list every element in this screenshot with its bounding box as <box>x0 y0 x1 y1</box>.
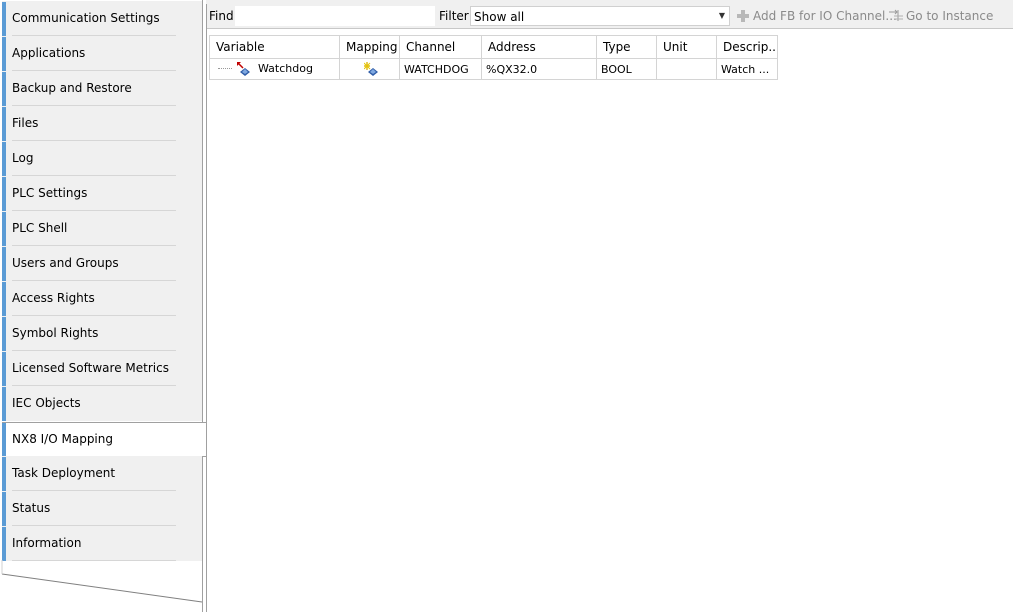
tab-label: Applications <box>12 46 86 60</box>
tab-label: PLC Settings <box>12 186 88 200</box>
tab-communication-settings[interactable]: Communication Settings <box>2 1 202 36</box>
tab-accent <box>2 247 6 281</box>
tab-nx8-io-mapping[interactable]: NX8 I/O Mapping <box>2 422 206 457</box>
tab-accent <box>2 37 6 71</box>
find-input[interactable] <box>235 6 435 26</box>
tab-users-and-groups[interactable]: Users and Groups <box>2 246 202 281</box>
tab-backup-and-restore[interactable]: Backup and Restore <box>2 71 202 106</box>
tab-label: Files <box>12 116 39 130</box>
tab-accent <box>2 212 6 246</box>
io-mapping-table: Variable Mapping Channel Address Type Un… <box>209 35 778 80</box>
tab-accent <box>2 457 6 491</box>
go-to-instance-label: Go to Instance <box>906 9 994 23</box>
add-fb-for-io-channel-button[interactable]: Add FB for IO Channel... <box>734 6 897 26</box>
tab-accent <box>2 72 6 106</box>
tab-accent <box>2 2 6 36</box>
tab-label: Log <box>12 151 34 165</box>
tab-plc-settings[interactable]: PLC Settings <box>2 176 202 211</box>
output-channel-icon <box>236 62 250 76</box>
chevron-down-icon[interactable]: ▼ <box>717 9 727 23</box>
cell-description[interactable]: Watch ... <box>716 58 778 80</box>
tab-accent <box>2 352 6 386</box>
tab-accent <box>2 142 6 176</box>
tab-label: Communication Settings <box>12 11 160 25</box>
column-header-channel[interactable]: Channel <box>399 35 482 59</box>
tab-label: IEC Objects <box>12 396 81 410</box>
filter-selected-value: Show all <box>474 10 525 24</box>
add-fb-label: Add FB for IO Channel... <box>753 9 897 23</box>
tab-plc-shell[interactable]: PLC Shell <box>2 211 202 246</box>
tree-connector <box>218 68 232 70</box>
plus-icon <box>737 10 749 22</box>
tab-column-tail <box>1 560 203 603</box>
tab-label: Status <box>12 501 51 515</box>
tab-iec-objects[interactable]: IEC Objects <box>2 386 202 421</box>
column-header-address[interactable]: Address <box>481 35 597 59</box>
cell-channel[interactable]: WATCHDOG <box>399 58 482 80</box>
mapping-toolbar: Find Filter Show all ▼ Add FB for IO Cha… <box>207 4 1013 29</box>
tab-label: Access Rights <box>12 291 95 305</box>
tab-status[interactable]: Status <box>2 491 202 526</box>
tab-accent <box>2 177 6 211</box>
tab-label: Backup and Restore <box>12 81 132 95</box>
tab-label: Information <box>12 536 82 550</box>
find-label: Find <box>209 9 234 23</box>
variable-name: Watchdog <box>258 62 313 75</box>
cell-unit[interactable] <box>656 58 717 80</box>
tab-applications[interactable]: Applications <box>2 36 202 71</box>
tab-licensed-software-metrics[interactable]: Licensed Software Metrics <box>2 351 202 386</box>
tab-task-deployment[interactable]: Task Deployment <box>2 456 202 491</box>
cell-address[interactable]: %QX32.0 <box>481 58 597 80</box>
filter-dropdown[interactable]: Show all ▼ <box>470 6 730 26</box>
table-header-row: Variable Mapping Channel Address Type Un… <box>209 35 778 59</box>
cell-type[interactable]: BOOL <box>596 58 657 80</box>
io-mapping-panel: Find Filter Show all ▼ Add FB for IO Cha… <box>206 4 1013 612</box>
tab-accent <box>2 492 6 526</box>
column-header-description[interactable]: Descrip... <box>716 35 778 59</box>
tab-column-border <box>202 0 203 422</box>
tab-label: Symbol Rights <box>12 326 99 340</box>
tab-information[interactable]: Information <box>2 526 202 561</box>
map-to-new-variable-icon <box>363 62 378 76</box>
tab-label: NX8 I/O Mapping <box>12 432 113 446</box>
tab-label: Licensed Software Metrics <box>12 361 169 375</box>
tab-files[interactable]: Files <box>2 106 202 141</box>
cell-variable[interactable]: Watchdog <box>209 58 340 80</box>
tab-label: Task Deployment <box>12 466 116 480</box>
tab-accent <box>2 423 6 456</box>
tab-log[interactable]: Log <box>2 141 202 176</box>
column-header-variable[interactable]: Variable <box>209 35 340 59</box>
column-header-mapping[interactable]: Mapping <box>339 35 400 59</box>
tab-accent <box>2 387 6 421</box>
table-row[interactable]: Watchdog WATCHDOG %QX32.0 BOOL Watch ... <box>209 58 778 80</box>
tab-label: Users and Groups <box>12 256 119 270</box>
tab-label: PLC Shell <box>12 221 68 235</box>
tab-accent <box>2 107 6 141</box>
tab-symbol-rights[interactable]: Symbol Rights <box>2 316 202 351</box>
go-to-instance-button[interactable]: Go to Instance <box>888 6 1008 26</box>
cell-mapping[interactable] <box>339 58 400 80</box>
tab-accent <box>2 527 6 561</box>
column-header-type[interactable]: Type <box>596 35 657 59</box>
tab-accent <box>2 282 6 316</box>
device-editor-tab-column: Communication Settings Applications Back… <box>0 0 206 612</box>
tab-accent <box>2 317 6 351</box>
column-header-unit[interactable]: Unit <box>656 35 717 59</box>
tab-access-rights[interactable]: Access Rights <box>2 281 202 316</box>
filter-label: Filter <box>439 9 469 23</box>
go-to-instance-icon <box>889 9 903 21</box>
